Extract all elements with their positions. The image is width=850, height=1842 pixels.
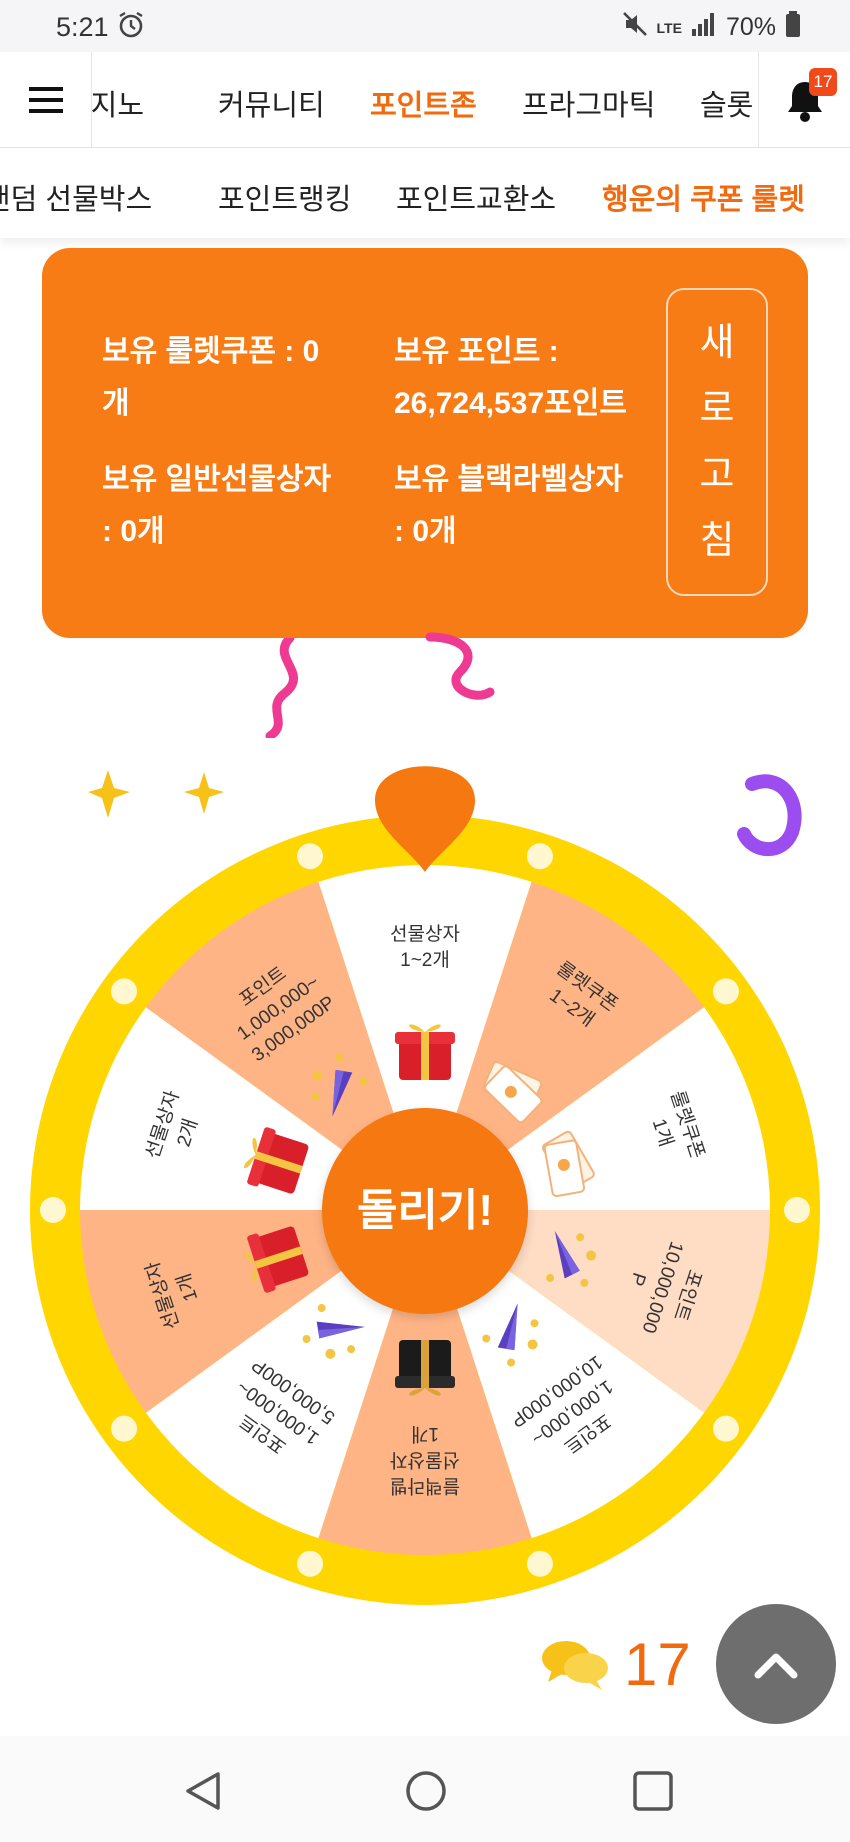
sub-nav-random-gift-box[interactable]: 랜덤 선물박스: [0, 176, 152, 218]
wheel-rim-light: [526, 843, 553, 870]
sub-nav-lucky-coupon-roulette[interactable]: 행운의 쿠폰 룰렛: [602, 176, 805, 218]
alarm-icon: [116, 10, 146, 45]
normal-gift-box-count: 보유 일반선물상자 : 0개: [102, 463, 332, 548]
back-icon[interactable]: [182, 1770, 224, 1812]
wheel-rim-light: [784, 1197, 810, 1223]
pink-ribbon-decoration: [265, 638, 298, 738]
wheel-rim-light: [111, 1415, 138, 1442]
wheel-rim-light: [526, 1550, 553, 1577]
point-balance: 보유 포인트 : 26,724,537포인트: [394, 335, 627, 420]
wheel-rim-light: [712, 978, 739, 1005]
spin-button[interactable]: 돌리기!: [322, 1108, 528, 1314]
nav-item-community[interactable]: 커뮤니티: [218, 82, 325, 124]
mute-icon: [621, 10, 649, 45]
wheel-rim-light: [297, 843, 324, 870]
refresh-label-char: 침: [699, 520, 735, 562]
refresh-label-char: 새: [699, 322, 735, 364]
sub-nav: 랜덤 선물박스 포인트랭킹 포인트교환소 행운의 쿠폰 룰렛: [0, 148, 850, 238]
recent-apps-icon[interactable]: [632, 1770, 674, 1812]
chevron-up-icon: [754, 1653, 798, 1679]
home-icon[interactable]: [405, 1770, 447, 1812]
battery-level: 70%: [725, 13, 776, 41]
wheel-rim-light: [712, 1415, 739, 1442]
roulette-wheel[interactable]: 선물상자 1~2개 룰렛쿠폰 1~2개 룰렛쿠폰 1개 포인트 10,000,000 …: [30, 760, 820, 1610]
wheel-rim-light: [40, 1197, 66, 1223]
refresh-label-char: 로: [699, 388, 735, 430]
chat-widget[interactable]: 17: [540, 1624, 691, 1704]
chat-count: 17: [624, 1630, 691, 1698]
status-indicators: LTE 70%: [621, 10, 802, 45]
status-time: 5:21: [56, 12, 109, 42]
hamburger-menu-button[interactable]: [0, 52, 92, 148]
notification-button[interactable]: 17: [758, 52, 850, 148]
black-label-box-count: 보유 블랙라벨상자 : 0개: [394, 463, 624, 548]
network-type: LTE: [656, 19, 682, 36]
status-bar: 5:21 LTE 70%: [0, 0, 850, 52]
hamburger-icon: [28, 87, 63, 113]
refresh-button[interactable]: 새 로 고 침: [666, 288, 768, 596]
pink-ribbon-decoration: [425, 632, 495, 700]
black-gift-box-icon: [395, 1340, 455, 1396]
scroll-to-top-button[interactable]: [716, 1604, 836, 1724]
wheel-rim-light: [111, 978, 138, 1005]
nav-item-casino[interactable]: 카지노: [92, 82, 144, 124]
system-navigation-bar: [0, 1736, 850, 1842]
signal-icon: [690, 11, 718, 44]
nav-item-slot[interactable]: 슬롯: [700, 82, 753, 124]
roulette-coupon-count: 보유 룰렛쿠폰 : 0 개: [102, 335, 320, 420]
sub-nav-point-ranking[interactable]: 포인트랭킹: [218, 176, 351, 218]
battery-icon: [784, 10, 802, 45]
top-nav: 카지노 커뮤니티 포인트존 프라그마틱 슬롯 17: [0, 52, 850, 148]
user-holdings-panel: 보유 룰렛쿠폰 : 0 개 보유 포인트 : 26,724,537포인트 보유 …: [42, 248, 808, 638]
notification-badge: 17: [809, 68, 837, 96]
chat-bubbles-icon: [542, 1641, 608, 1690]
nav-item-pragmatic[interactable]: 프라그마틱: [522, 82, 655, 124]
gift-box-icon: [395, 1024, 455, 1080]
wheel-rim-light: [297, 1550, 324, 1577]
main-nav-scroll[interactable]: 카지노 커뮤니티 포인트존 프라그마틱 슬롯: [92, 52, 758, 148]
sub-nav-point-exchange[interactable]: 포인트교환소: [396, 176, 556, 218]
refresh-label-char: 고: [699, 454, 735, 496]
nav-item-point-zone[interactable]: 포인트존: [370, 82, 477, 124]
